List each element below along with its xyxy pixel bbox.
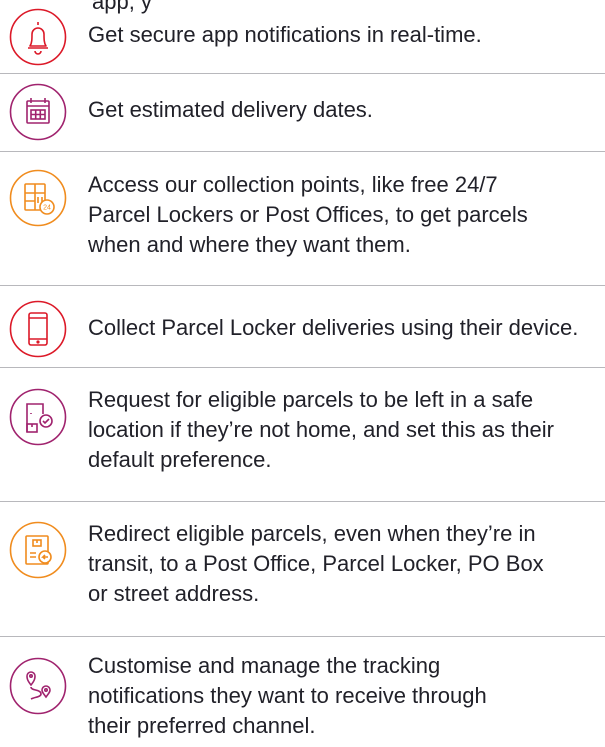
- parcel-locker-24-icon: 24: [9, 169, 67, 227]
- calendar-icon: [9, 83, 67, 141]
- list-item-text: Get estimated delivery dates.: [88, 97, 373, 122]
- list-item-text: Collect Parcel Locker deliveries using t…: [88, 315, 579, 340]
- divider: [0, 367, 605, 368]
- list-item-text: Request for eligible parcels to be left …: [88, 387, 554, 472]
- bell-icon: [9, 8, 67, 66]
- list-item-text: Redirect eligible parcels, even when the…: [88, 521, 544, 606]
- divider: [0, 501, 605, 502]
- divider: [0, 151, 605, 152]
- svg-text:24: 24: [43, 205, 51, 212]
- divider: [0, 285, 605, 286]
- tracking-route-icon: [9, 657, 67, 715]
- list-item-text: Customise and manage the tracking notifi…: [88, 653, 487, 738]
- feature-list: Get secure app notifications in real-tim…: [0, 0, 605, 747]
- divider: [0, 73, 605, 74]
- mobile-device-icon: [9, 300, 67, 358]
- list-item-text: Access our collection points, like free …: [88, 172, 528, 257]
- divider: [0, 636, 605, 637]
- safe-drop-icon: [9, 388, 67, 446]
- redirect-parcel-icon: [9, 521, 67, 579]
- list-item-text: Get secure app notifications in real-tim…: [88, 22, 482, 47]
